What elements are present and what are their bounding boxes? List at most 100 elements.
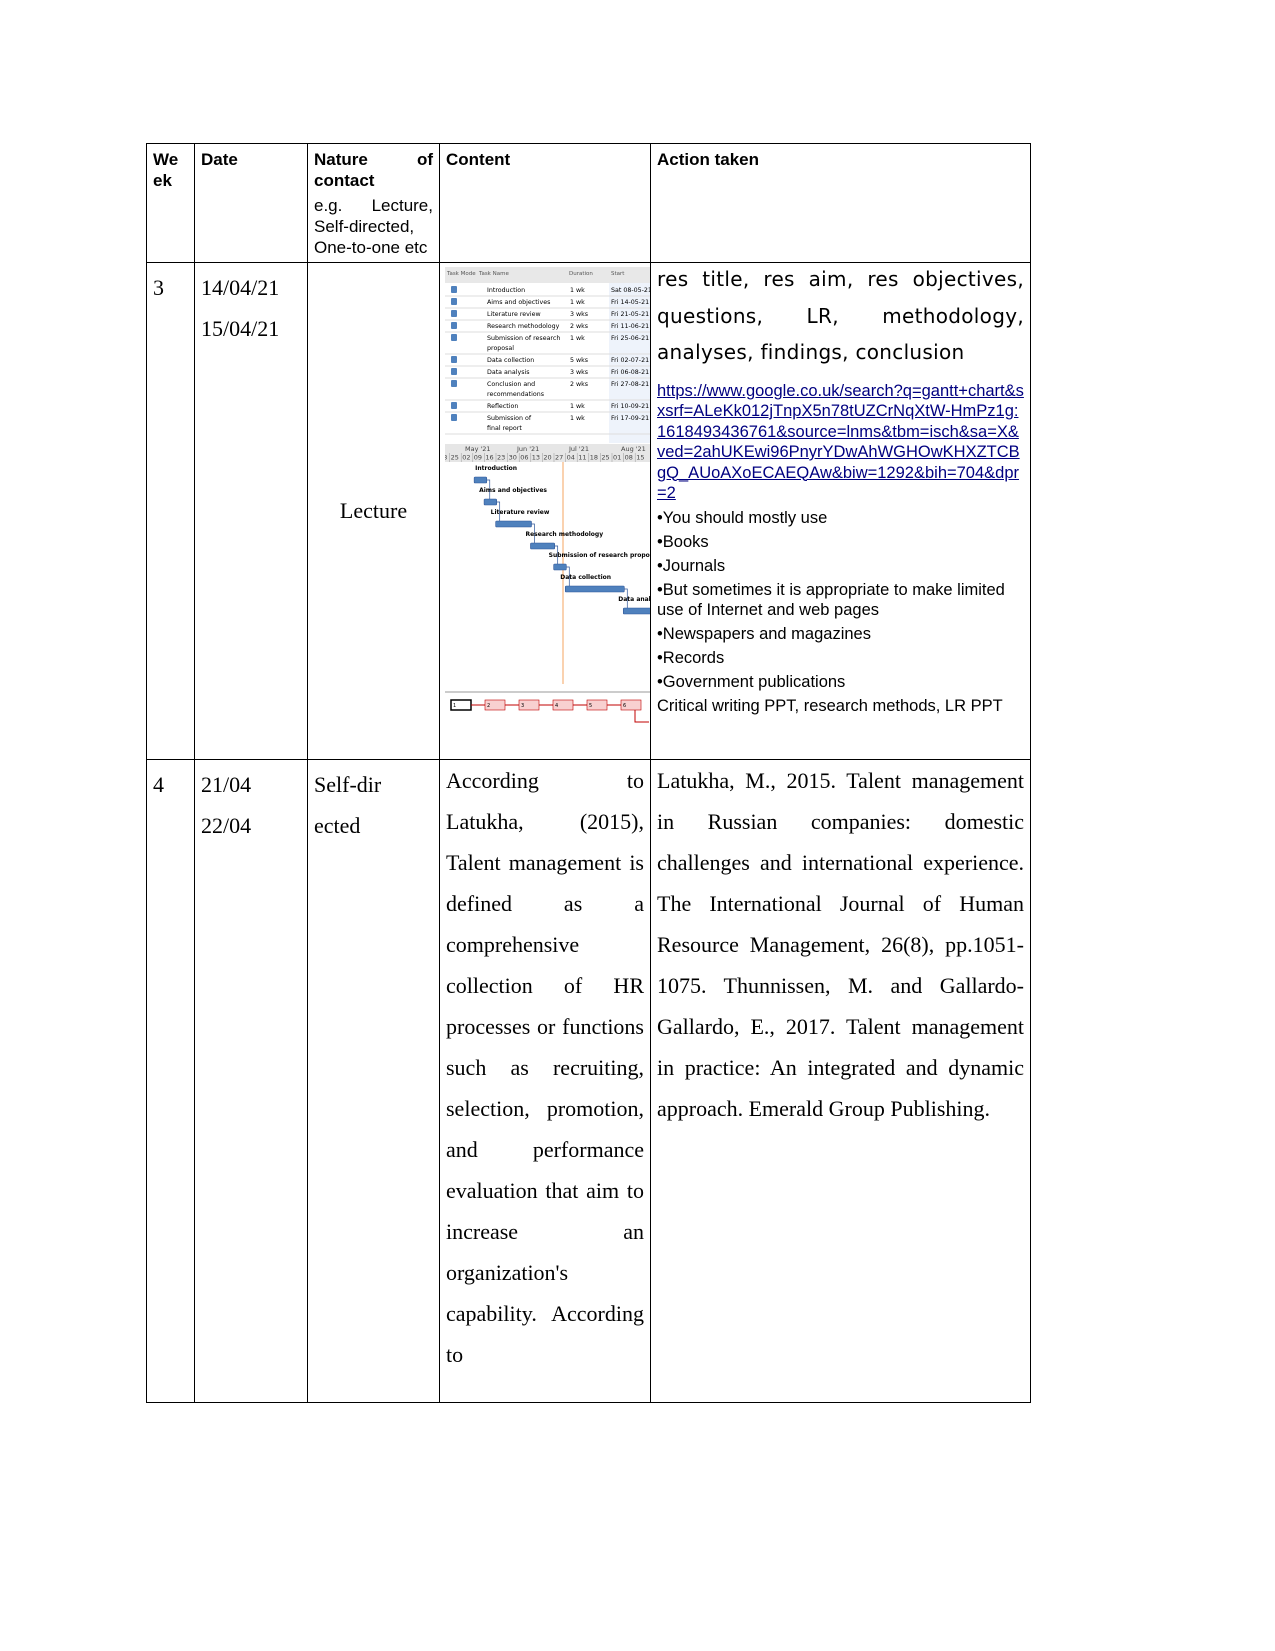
network-arrow — [634, 710, 649, 723]
nature-cell: Lecture — [307, 262, 440, 760]
gantt-bar-label: Literature review — [491, 509, 550, 516]
timeline-week: 20 — [543, 454, 551, 462]
source-list-item: •Records — [657, 648, 725, 667]
task-mode-icon — [451, 310, 457, 317]
gantt-column-header: Start — [611, 271, 625, 277]
network-node-label: 5 — [589, 703, 592, 709]
gantt-task-start: Fri 11-06-21 — [611, 323, 649, 330]
timeline-week: 06 — [520, 454, 528, 462]
gantt-task-start: Sat 08-05-21 — [611, 287, 650, 294]
gantt-task-name: Reflection — [487, 403, 518, 410]
gantt-chart-image: Task Mode Task Name Duration Start Introduct… — [445, 267, 650, 723]
timeline-week: 08 — [625, 454, 633, 462]
timeline-week: 30 — [509, 454, 517, 462]
task-mode-icon — [451, 414, 457, 421]
gantt-task-name: Literature review — [487, 311, 541, 318]
header-action: Action taken — [650, 143, 1031, 263]
action-cell: Latukha, M., 2015. Talent management in … — [650, 759, 1031, 1403]
header-contact-word: contact — [314, 171, 375, 190]
nature-cell: Self-directed — [307, 759, 440, 1403]
gantt-task-name: Data analysis — [487, 369, 530, 376]
header-nature-example: e.g. Lecture, Self-directed, One-to-one … — [314, 196, 433, 257]
task-mode-icon — [451, 380, 457, 387]
references-text: Latukha, M., 2015. Talent management in … — [657, 768, 1024, 1121]
network-node-label: 4 — [555, 703, 558, 709]
gantt-task-duration: 1 wk — [570, 335, 585, 342]
gantt-task-duration: 3 wks — [570, 311, 588, 318]
gantt-bar-label: Data collection — [560, 574, 611, 581]
gantt-bar — [553, 563, 567, 571]
nature-text: Self-directed — [314, 772, 382, 838]
gantt-bar — [564, 585, 625, 593]
gantt-bar — [495, 520, 532, 528]
gantt-task-name: Data collection — [487, 357, 534, 364]
gantt-column-header: Task Name — [478, 271, 509, 277]
task-mode-icon — [451, 298, 457, 305]
task-mode-icon — [451, 322, 457, 329]
timeline-week: 25 — [451, 454, 459, 462]
timeline-week: 16 — [485, 454, 493, 462]
ppt-note: Critical writing PPT, research methods, … — [657, 696, 1003, 715]
gantt-task-start: Fri 14-05-21 — [611, 299, 649, 306]
timeline-week: 13 — [532, 454, 540, 462]
network-node-label: 2 — [487, 703, 490, 709]
source-list-item: •Journals — [657, 556, 726, 575]
task-mode-icon — [451, 402, 457, 409]
gantt-task-name: proposal — [487, 345, 514, 352]
timeline-week: 23 — [497, 454, 505, 462]
source-list-item: •You should mostly use — [657, 508, 828, 527]
date: 14/04/21 — [201, 275, 280, 300]
table-row: 3 14/04/21 15/04/21 Lecture Task Mode Tas… — [146, 262, 1031, 760]
gantt-task-start: Fri 06-08-21 — [611, 369, 649, 376]
header-week: We ek — [146, 143, 195, 263]
source-list-item: •But sometimes it is appropriate to make… — [657, 580, 1005, 619]
gantt-bar — [622, 607, 650, 615]
timeline-month: Jun '21 — [516, 445, 539, 453]
network-node-label: 1 — [453, 703, 456, 709]
learning-log-table: We ek Date Nature of contact e.g. Lecture… — [146, 143, 1031, 1403]
timeline-week: 02 — [462, 454, 470, 462]
source-list: •You should mostly use •Books •Journals •Bu… — [657, 508, 1024, 692]
network-node-label: 6 — [623, 703, 626, 709]
date-cell: 21/04 22/04 — [194, 759, 308, 1403]
table-row: 4 21/04 22/04 Self-directed According to… — [146, 759, 1031, 1403]
gantt-task-duration: 1 wk — [570, 299, 585, 306]
gantt-bar-label: Data analysis — [618, 596, 650, 603]
gantt-bar-label: Submission of research proposal — [549, 552, 650, 559]
week-cell: 3 — [146, 262, 195, 760]
gantt-task-duration: 2 wks — [570, 381, 588, 388]
gantt-task-name: Submission of — [487, 415, 532, 422]
gantt-bar — [483, 498, 497, 506]
week-cell: 4 — [146, 759, 195, 1403]
source-list-item: •Government publications — [657, 672, 846, 691]
gantt-bar-label: Research methodology — [525, 531, 603, 538]
date: 15/04/21 — [201, 316, 280, 341]
gantt-task-start: Fri 27-08-21 — [611, 381, 649, 388]
timeline-week: 15 — [636, 454, 644, 462]
gantt-task-start: Fri 02-07-21 — [611, 357, 649, 364]
gantt-task-name: recommendations — [487, 391, 544, 398]
gantt-task-name: Conclusion and — [487, 381, 535, 388]
timeline-month: Jul '21 — [568, 445, 589, 453]
gantt-task-start: Fri 21-05-21 — [611, 311, 649, 318]
timeline-week: 27 — [555, 454, 563, 462]
timeline-week: 18 — [590, 454, 598, 462]
date: 22/04 — [201, 813, 252, 838]
source-list-item: •Newspapers and magazines — [657, 624, 871, 643]
gantt-task-duration: 1 wk — [570, 415, 585, 422]
gantt-task-name: Submission of research — [487, 335, 560, 342]
gantt-task-duration: 3 wks — [570, 369, 588, 376]
gantt-column-header: Task Mode — [446, 271, 476, 277]
google-search-link[interactable]: https://www.google.co.uk/search?q=gantt+… — [657, 381, 1024, 504]
research-structure-text: res title, res aim, res objectives, ques… — [657, 267, 1024, 364]
gantt-task-name: Aims and objectives — [487, 299, 550, 306]
timeline-week: 04 — [567, 454, 575, 462]
header-nature-word: Nature — [314, 150, 368, 169]
gantt-task-start: Fri 25-06-21 — [611, 335, 649, 342]
task-mode-icon — [451, 286, 457, 293]
gantt-task-duration: 2 wks — [570, 323, 588, 330]
gantt-bar — [530, 542, 555, 550]
timeline-month: May '21 — [465, 445, 491, 453]
header-content: Content — [439, 143, 651, 263]
gantt-task-name: Introduction — [487, 287, 525, 294]
